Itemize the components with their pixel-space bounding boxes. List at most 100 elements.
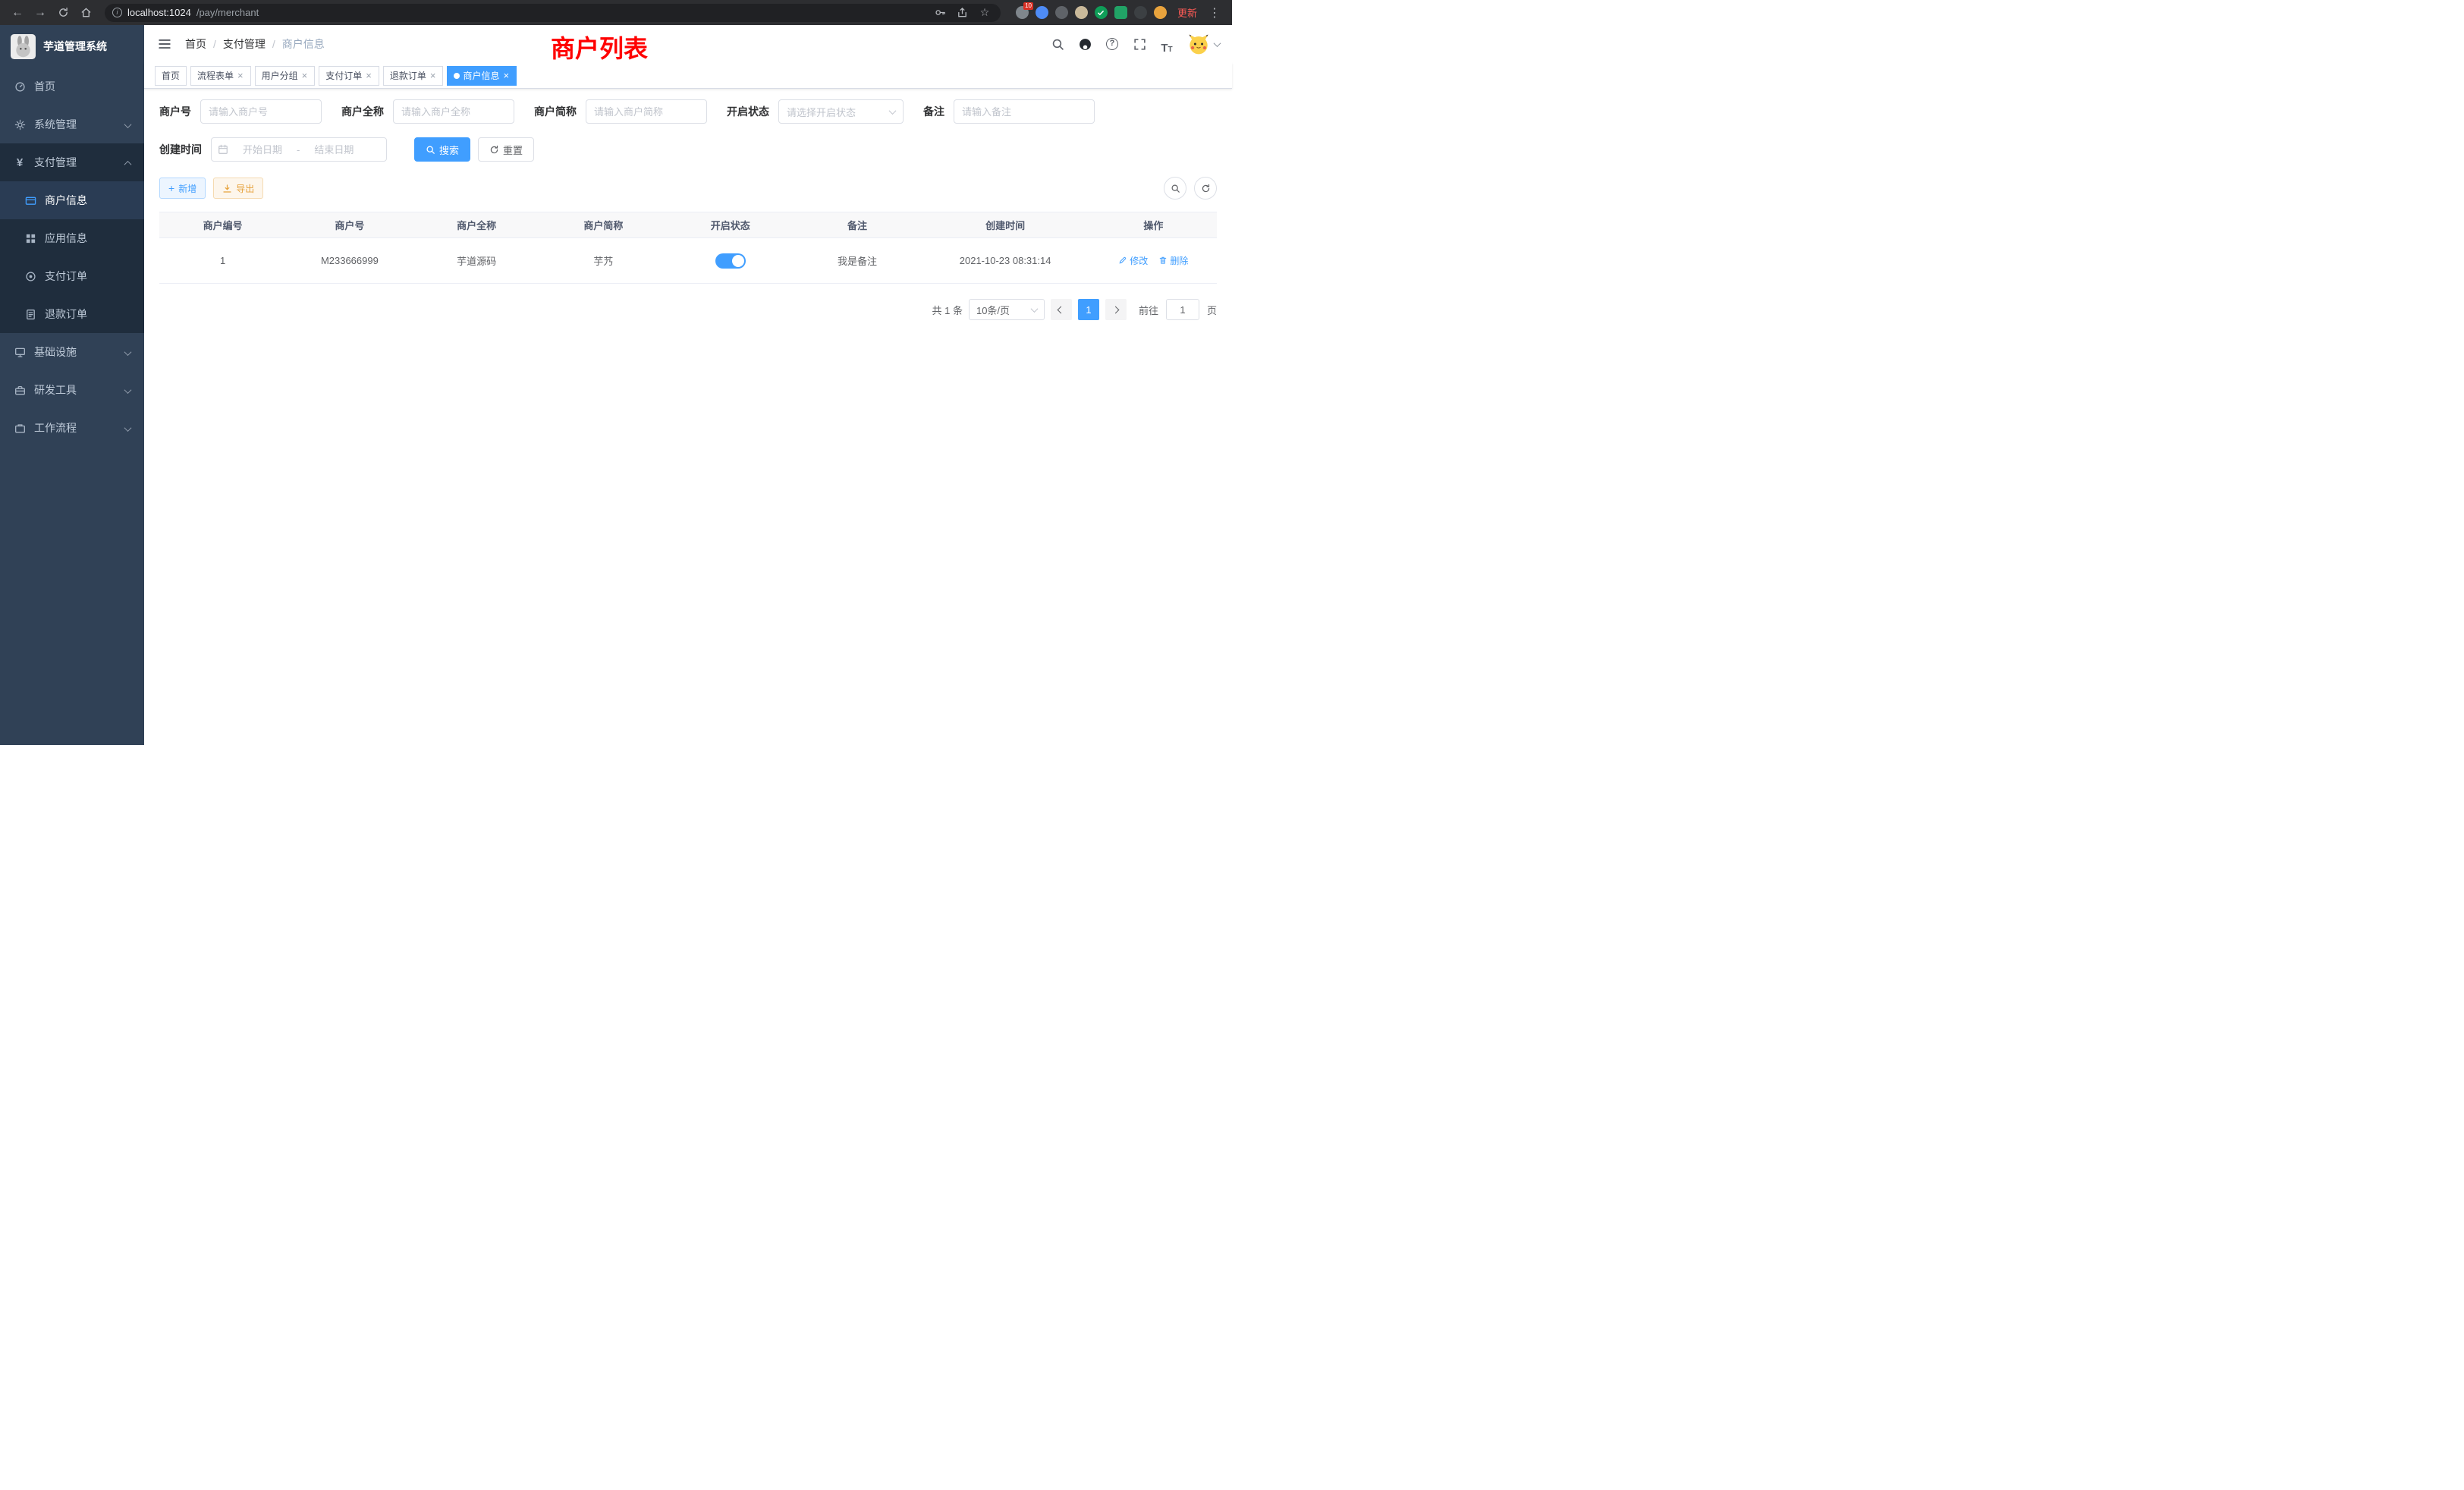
sidebar-item-label: 系统管理 [34, 117, 77, 132]
short-name-input[interactable] [586, 99, 707, 124]
create-time-range-picker[interactable]: - [211, 137, 387, 162]
next-page-button[interactable] [1105, 299, 1127, 320]
export-button[interactable]: 导出 [213, 178, 263, 199]
browser-menu-icon[interactable]: ⋮ [1205, 3, 1224, 23]
status-toggle[interactable] [715, 253, 746, 269]
export-button-label: 导出 [236, 182, 254, 195]
extension-icon[interactable] [1075, 6, 1088, 19]
download-icon [222, 184, 232, 193]
update-button[interactable]: 更新 [1177, 5, 1197, 20]
tab-pay-order[interactable]: 支付订单 × [319, 66, 379, 86]
tab-refund-order[interactable]: 退款订单 × [383, 66, 444, 86]
extension-icon[interactable] [1095, 6, 1108, 19]
sidebar-item-workflow[interactable]: 工作流程 [0, 409, 144, 447]
extension-icon[interactable] [1134, 6, 1147, 19]
back-icon[interactable]: ← [8, 3, 27, 23]
page-number-button[interactable]: 1 [1078, 299, 1099, 320]
end-date-input[interactable] [303, 144, 365, 156]
share-icon[interactable] [954, 5, 971, 21]
hamburger-icon[interactable] [156, 36, 173, 52]
app-logo[interactable]: 芋道管理系统 [0, 25, 144, 68]
delete-button[interactable]: 删除 [1158, 254, 1188, 267]
tab-user-group[interactable]: 用户分组 × [255, 66, 316, 86]
sidebar-subitem-refund-order[interactable]: 退款订单 [0, 295, 144, 333]
full-name-input[interactable] [393, 99, 514, 124]
breadcrumb-home[interactable]: 首页 [185, 36, 206, 52]
extension-badge: 10 [1023, 2, 1033, 10]
tab-label: 流程表单 [197, 69, 234, 82]
sidebar-subitem-pay-order[interactable]: 支付订单 [0, 257, 144, 295]
bookmark-star-icon[interactable]: ☆ [976, 5, 993, 21]
tab-label: 退款订单 [390, 69, 426, 82]
target-icon [24, 270, 36, 282]
sidebar-item-payment[interactable]: ¥ 支付管理 [0, 143, 144, 181]
close-icon[interactable]: × [301, 71, 309, 80]
page-size-select[interactable]: 10条/页 [969, 299, 1045, 320]
sidebar-item-infrastructure[interactable]: 基础设施 [0, 333, 144, 371]
goto-page-input[interactable] [1166, 299, 1199, 320]
extension-icon[interactable] [1114, 6, 1127, 19]
extension-icon[interactable] [1154, 6, 1167, 19]
help-icon[interactable]: ? [1102, 34, 1122, 54]
tags-view-bar: 首页 流程表单 × 用户分组 × 支付订单 × 退款订单 × [144, 63, 1232, 89]
address-bar[interactable]: i localhost:1024/pay/merchant ☆ [105, 4, 1001, 22]
sidebar-item-home[interactable]: 首页 [0, 68, 144, 105]
screen: ← → i localhost:1024/pay/merchant ☆ 10 [0, 0, 1232, 745]
date-separator: - [297, 144, 300, 156]
sidebar-subitem-app-info[interactable]: 应用信息 [0, 219, 144, 257]
tab-merchant-info[interactable]: 商户信息 × [447, 66, 517, 86]
plus-icon: + [168, 183, 174, 193]
forward-icon[interactable]: → [30, 3, 50, 23]
cell-status [667, 238, 794, 284]
status-select[interactable]: 请选择开启状态 [778, 99, 904, 124]
close-icon[interactable]: × [502, 71, 510, 80]
reset-button[interactable]: 重置 [478, 137, 534, 162]
password-key-icon[interactable] [932, 5, 949, 21]
github-icon[interactable] [1075, 34, 1095, 54]
breadcrumb-payment[interactable]: 支付管理 [223, 36, 266, 52]
sidebar-subitem-merchant-info[interactable]: 商户信息 [0, 181, 144, 219]
refresh-icon[interactable] [1194, 177, 1217, 200]
tab-process-form[interactable]: 流程表单 × [190, 66, 251, 86]
close-icon[interactable]: × [429, 71, 437, 80]
bank-card-icon [24, 194, 36, 206]
sidebar-item-devtools[interactable]: 研发工具 [0, 371, 144, 409]
search-icon[interactable] [1048, 34, 1067, 54]
reset-button-label: 重置 [503, 143, 523, 157]
status-select-placeholder: 请选择开启状态 [787, 105, 856, 119]
search-button[interactable]: 搜索 [414, 137, 470, 162]
extension-icon[interactable]: 10 [1016, 6, 1029, 19]
site-info-icon[interactable]: i [112, 8, 122, 17]
pagination: 共 1 条 10条/页 1 前往 页 [159, 299, 1217, 320]
close-icon[interactable]: × [237, 71, 244, 80]
add-button[interactable]: + 新增 [159, 178, 206, 199]
prev-page-button[interactable] [1051, 299, 1072, 320]
app-header: 首页 / 支付管理 / 商户信息 商户列表 ? [144, 25, 1232, 63]
filter-label-create-time: 创建时间 [159, 142, 202, 157]
merchant-no-input[interactable] [200, 99, 322, 124]
tab-label: 商户信息 [463, 69, 499, 82]
extension-icon[interactable] [1055, 6, 1068, 19]
reload-icon[interactable] [53, 3, 73, 23]
page-content: 商户号 商户全称 商户简称 开启状态 请选择开启状态 [144, 89, 1232, 745]
merchant-table: 商户编号 商户号 商户全称 商户简称 开启状态 备注 创建时间 操作 1 [159, 212, 1217, 284]
close-icon[interactable]: × [365, 71, 372, 80]
extension-icon[interactable] [1036, 6, 1048, 19]
edit-button[interactable]: 修改 [1118, 254, 1148, 267]
home-icon[interactable] [76, 3, 96, 23]
user-avatar[interactable] [1187, 33, 1220, 55]
sidebar-item-system[interactable]: 系统管理 [0, 105, 144, 143]
table-header-row: 商户编号 商户号 商户全称 商户简称 开启状态 备注 创建时间 操作 [159, 212, 1217, 238]
filter-label-remark: 备注 [923, 104, 944, 119]
chevron-down-icon [125, 118, 130, 130]
cell-merchant-no: M233666999 [286, 238, 413, 284]
fullscreen-icon[interactable] [1130, 34, 1149, 54]
font-size-icon[interactable]: TT [1157, 34, 1177, 54]
tab-home[interactable]: 首页 [155, 66, 187, 86]
start-date-input[interactable] [231, 144, 294, 156]
chevron-down-icon [125, 422, 130, 434]
filter-label-merchant-no: 商户号 [159, 104, 191, 119]
remark-input[interactable] [954, 99, 1095, 124]
search-toggle-icon[interactable] [1164, 177, 1186, 200]
tab-label: 首页 [162, 69, 180, 82]
